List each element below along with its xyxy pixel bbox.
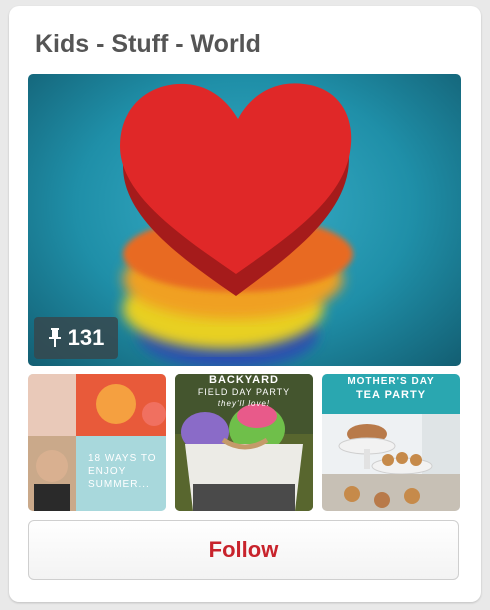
- thumbnail-1[interactable]: 18 WAYS TO ENJOY SUMMER...: [28, 374, 166, 511]
- thumbnail-2-title: BACKYARD: [209, 374, 279, 386]
- follow-button[interactable]: Follow: [28, 520, 459, 580]
- board-cover-image[interactable]: 131: [28, 74, 461, 366]
- thumbnail-1-caption: 18 WAYS TO ENJOY SUMMER...: [88, 453, 157, 490]
- board-card[interactable]: Kids - Stuff - World 131 18 WAYS TO ENJO…: [9, 6, 481, 602]
- pin-icon: [48, 328, 61, 347]
- thumbnail-3-title: MOTHER'S DAY: [347, 376, 435, 387]
- board-title[interactable]: Kids - Stuff - World: [35, 30, 261, 59]
- thumbnail-3-subtitle: TEA PARTY: [355, 389, 427, 401]
- thumbnail-2[interactable]: BACKYARD FIELD DAY PARTY they'll love!: [175, 374, 313, 511]
- pin-count-badge: 131: [34, 317, 118, 359]
- thumbnail-3[interactable]: MOTHER'S DAY TEA PARTY: [322, 374, 460, 511]
- thumbnail-2-subtitle: FIELD DAY PARTY: [197, 387, 291, 397]
- pin-count: 131: [67, 325, 105, 350]
- thumbnail-2-tagline: they'll love!: [217, 399, 271, 408]
